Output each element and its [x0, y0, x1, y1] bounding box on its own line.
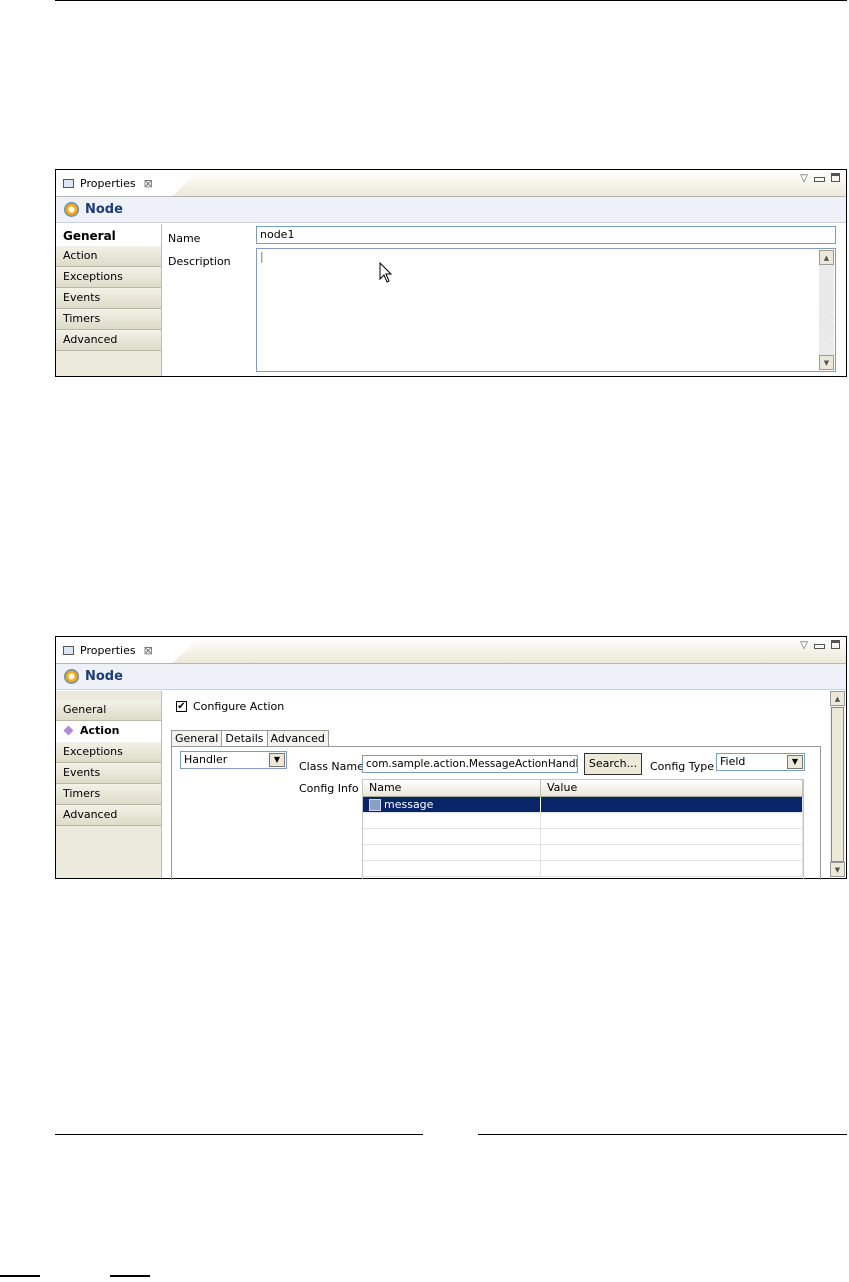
- footer-rule-left: [55, 1134, 423, 1135]
- config-type-value: Field: [720, 755, 746, 768]
- table-row-empty: [363, 845, 803, 861]
- section-timers[interactable]: Timers: [56, 784, 161, 805]
- properties-view-tab[interactable]: Properties ⊠: [56, 170, 199, 196]
- section-action[interactable]: Action: [56, 721, 161, 742]
- properties-view-tab[interactable]: Properties ⊠: [56, 637, 199, 663]
- properties-view-icon: [63, 178, 74, 188]
- configure-action-row: ✔ Configure Action: [176, 700, 284, 713]
- action-inner-tabs: General Details Advanced: [171, 730, 329, 747]
- config-type-label: Config Type: [650, 760, 715, 773]
- section-events[interactable]: Events: [56, 763, 161, 784]
- table-cell-value[interactable]: [541, 797, 803, 812]
- text-caret: |: [260, 250, 264, 263]
- scroll-down-icon[interactable]: ▼: [819, 355, 834, 370]
- close-icon[interactable]: ⊠: [144, 644, 153, 657]
- table-cell-name[interactable]: message: [363, 797, 541, 812]
- properties-view-action: Properties ⊠ ▽ Node General Action Excep…: [55, 636, 847, 880]
- section-events[interactable]: Events: [56, 288, 161, 309]
- maximize-icon[interactable]: [831, 640, 840, 649]
- footer-rule-right: [478, 1134, 847, 1135]
- scroll-up-icon[interactable]: ▲: [830, 691, 845, 706]
- node-gear-icon: [64, 202, 79, 217]
- column-name-header[interactable]: Name: [363, 780, 541, 796]
- config-type-combo[interactable]: Field ▼: [716, 753, 805, 771]
- search-button[interactable]: Search...: [584, 753, 642, 775]
- section-general[interactable]: General: [56, 224, 161, 246]
- properties-view-general: Properties ⊠ ▽ Node General Action Excep…: [55, 169, 847, 377]
- panel-scrollbar[interactable]: ▲ ▼: [830, 691, 845, 877]
- maximize-icon[interactable]: [831, 173, 840, 182]
- action-diamond-icon: [63, 725, 74, 736]
- name-field[interactable]: node1: [256, 226, 836, 244]
- section-action[interactable]: Action: [56, 246, 161, 267]
- window-controls: ▽: [800, 173, 840, 184]
- section-action-label: Action: [80, 724, 120, 737]
- property-sections: General Action Exceptions Events Timers …: [56, 691, 162, 878]
- table-row-empty: [363, 829, 803, 845]
- tab-advanced[interactable]: Advanced: [266, 730, 329, 747]
- class-name-field[interactable]: com.sample.action.MessageActionHandler: [362, 755, 578, 773]
- description-field[interactable]: | ▲ ▼: [256, 248, 836, 372]
- header-title: Node: [85, 202, 123, 217]
- handler-combo[interactable]: Handler ▼: [180, 751, 287, 769]
- section-exceptions[interactable]: Exceptions: [56, 267, 161, 288]
- configure-action-checkbox[interactable]: ✔: [176, 701, 187, 712]
- chevron-down-icon[interactable]: ▼: [269, 753, 285, 767]
- class-name-label: Class Name: [299, 760, 364, 773]
- corner-mark-left: [0, 1275, 40, 1277]
- scroll-up-icon[interactable]: ▲: [819, 250, 834, 265]
- header-title: Node: [85, 669, 123, 684]
- window-controls: ▽: [800, 640, 840, 651]
- description-label: Description: [168, 255, 231, 268]
- description-scrollbar[interactable]: ▲ ▼: [819, 250, 834, 370]
- config-info-table[interactable]: Name Value message: [362, 779, 804, 879]
- table-row[interactable]: message: [363, 797, 803, 813]
- scroll-thumb[interactable]: [831, 707, 844, 862]
- section-advanced[interactable]: Advanced: [56, 805, 161, 826]
- section-exceptions[interactable]: Exceptions: [56, 742, 161, 763]
- top-rule: [55, 0, 847, 1]
- properties-view-icon: [63, 645, 74, 655]
- table-header: Name Value: [363, 780, 803, 797]
- table-row-empty: [363, 861, 803, 877]
- node-header: Node: [56, 664, 846, 690]
- column-value-header[interactable]: Value: [541, 780, 803, 796]
- table-row-empty: [363, 813, 803, 829]
- minimize-icon[interactable]: [814, 644, 825, 649]
- tab-general[interactable]: General: [171, 730, 223, 747]
- corner-mark-right: [110, 1275, 150, 1277]
- minimize-icon[interactable]: [814, 177, 825, 182]
- node-gear-icon: [64, 669, 79, 684]
- view-tab-label: Properties: [80, 643, 136, 657]
- close-icon[interactable]: ⊠: [144, 177, 153, 190]
- tab-details[interactable]: Details: [221, 730, 268, 747]
- property-sections: General Action Exceptions Events Timers …: [56, 224, 162, 376]
- handler-value: Handler: [184, 753, 228, 766]
- section-timers[interactable]: Timers: [56, 309, 161, 330]
- view-tab-bar: Properties ⊠ ▽: [56, 170, 846, 197]
- scroll-down-icon[interactable]: ▼: [830, 862, 845, 877]
- section-advanced[interactable]: Advanced: [56, 330, 161, 351]
- section-general[interactable]: General: [56, 700, 161, 721]
- view-tab-bar: Properties ⊠ ▽: [56, 637, 846, 664]
- name-label: Name: [168, 232, 201, 245]
- node-header: Node: [56, 197, 846, 223]
- view-menu-icon[interactable]: ▽: [800, 173, 808, 184]
- mouse-pointer-icon: [379, 262, 393, 283]
- row-name: message: [384, 798, 434, 811]
- view-menu-icon[interactable]: ▽: [800, 640, 808, 651]
- chevron-down-icon[interactable]: ▼: [787, 755, 803, 769]
- view-tab-label: Properties: [80, 176, 136, 190]
- config-info-label: Config Info: [299, 782, 359, 795]
- configure-action-label: Configure Action: [193, 700, 285, 713]
- field-icon: [369, 799, 381, 811]
